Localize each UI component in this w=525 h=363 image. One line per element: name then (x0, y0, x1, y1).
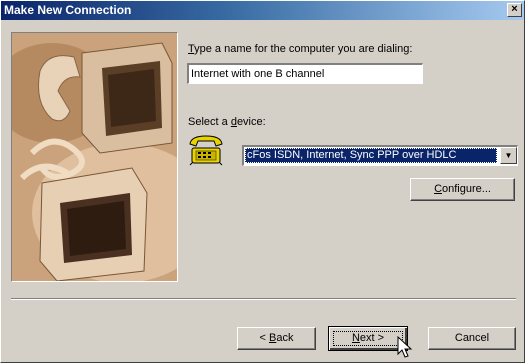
wizard-illustration (11, 32, 178, 282)
title-bar[interactable]: Make New Connection × (1, 1, 524, 20)
button-separator (11, 298, 516, 300)
phone-modem-icon (189, 135, 223, 166)
device-label: Select a device: (188, 116, 266, 128)
close-button[interactable]: × (507, 3, 522, 17)
dialog-window: Make New Connection × Type a name for th… (0, 0, 525, 363)
dropdown-arrow-icon: ▼ (504, 151, 513, 160)
next-button[interactable]: Next > (328, 326, 408, 351)
cancel-button[interactable]: Cancel (428, 327, 516, 350)
configure-button[interactable]: Configure... (410, 178, 515, 201)
device-select-value: cFos ISDN, Internet, Sync PPP over HDLC (245, 148, 497, 163)
close-icon: × (511, 3, 518, 15)
mouse-pointer-icon (397, 336, 413, 358)
device-dropdown-button[interactable]: ▼ (500, 147, 517, 164)
computers-illustration (12, 33, 177, 281)
window-title: Make New Connection (4, 3, 132, 17)
computer-name-input[interactable]: Internet with one B channel (187, 63, 423, 84)
back-button[interactable]: < Back (237, 327, 316, 350)
device-select[interactable]: cFos ISDN, Internet, Sync PPP over HDLC … (242, 145, 518, 166)
computer-name-label: Type a name for the computer you are dia… (188, 43, 413, 55)
